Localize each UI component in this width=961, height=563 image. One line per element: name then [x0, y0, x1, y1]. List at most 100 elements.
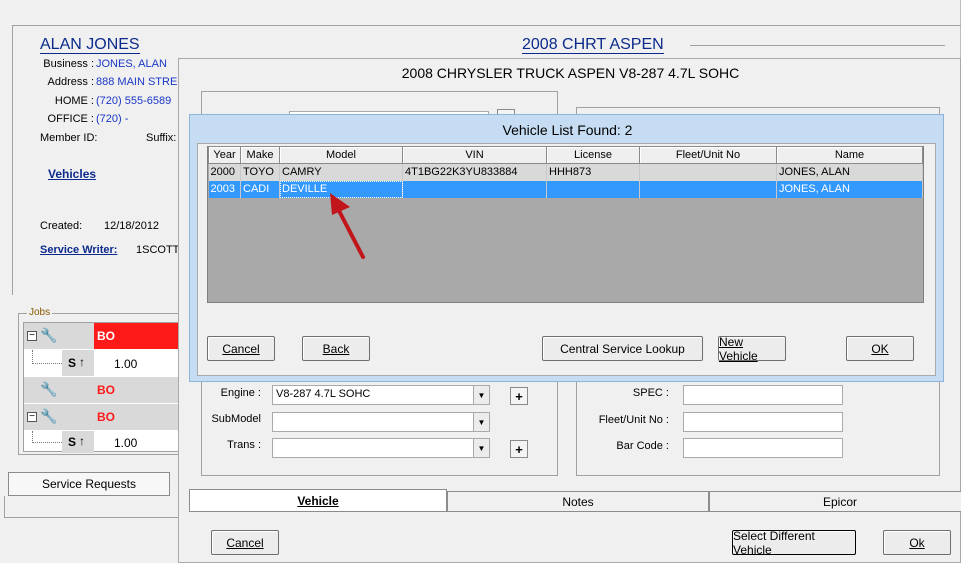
- created-date: 12/18/2012: [104, 220, 160, 232]
- new-vehicle-button[interactable]: New Vehicle: [718, 334, 786, 363]
- new-vehicle-label: New Vehicle: [719, 334, 758, 363]
- select-different-vehicle-button[interactable]: Select Different Vehicle: [732, 529, 856, 557]
- engine-label: Engine :: [220, 387, 261, 399]
- tab-epicor[interactable]: Epicor: [709, 491, 961, 511]
- jobs-title: Jobs: [27, 307, 53, 318]
- wrench-icon: 🔧: [40, 381, 58, 397]
- submodel-label: SubModel: [211, 413, 261, 425]
- cell-license: [546, 180, 640, 198]
- office-phone: (720) -: [96, 113, 129, 125]
- cell-license: HHH873: [546, 163, 640, 181]
- trans-select[interactable]: ▼: [272, 438, 490, 458]
- col-name[interactable]: Name: [776, 146, 923, 164]
- cell-fleet: [639, 180, 777, 198]
- list-ok-button[interactable]: OK: [846, 336, 914, 361]
- job-code: BO: [97, 329, 115, 343]
- wrench-icon: 🔧: [40, 327, 58, 343]
- member-id-label: Member ID:: [40, 132, 98, 144]
- list-cancel-label: Cancel: [222, 341, 260, 356]
- cell-model: CAMRY: [279, 163, 403, 181]
- col-vin[interactable]: VIN: [402, 146, 547, 164]
- tab-vehicle-label: Vehicle: [297, 493, 339, 508]
- address-value: 888 MAIN STREI: [96, 76, 181, 88]
- col-year[interactable]: Year: [208, 146, 241, 164]
- job-row[interactable]: S ↑ 1.00: [24, 350, 182, 376]
- cell-vin: [402, 180, 547, 198]
- sublet-icon: S: [68, 356, 77, 370]
- list-cancel-button[interactable]: Cancel: [207, 336, 275, 361]
- engine-select[interactable]: V8-287 4.7L SOHC ▼: [272, 385, 490, 405]
- vehicle-ok-button[interactable]: Ok: [883, 530, 951, 555]
- collapse-icon[interactable]: −: [27, 331, 37, 341]
- table-row-selected[interactable]: 2003 CADI DEVILLE JONES, ALAN: [208, 180, 923, 198]
- job-qty: 1.00: [114, 357, 138, 371]
- add-trans-button[interactable]: +: [510, 440, 528, 458]
- vehicle-header: 2008 CHRT ASPEN: [522, 36, 664, 54]
- engine-value: V8-287 4.7L SOHC: [276, 388, 371, 400]
- home-label: HOME :: [54, 95, 94, 107]
- vehicle-cancel-button[interactable]: Cancel: [211, 530, 279, 555]
- business-label: Business :: [43, 58, 94, 70]
- barcode-label: Bar Code :: [616, 440, 669, 452]
- job-row[interactable]: − 🔧 BO: [24, 323, 182, 349]
- trans-label: Trans :: [227, 439, 261, 451]
- cell-make: TOYO: [240, 163, 280, 181]
- list-back-button[interactable]: Back: [302, 336, 370, 361]
- suffix-label: Suffix:: [146, 132, 177, 144]
- job-qty: 1.00: [114, 436, 138, 450]
- vehicle-list-table: Year Make Model VIN License Fleet/Unit N…: [208, 146, 923, 198]
- address-label: Address :: [47, 76, 94, 88]
- service-writer-link[interactable]: Service Writer:: [40, 244, 117, 256]
- job-row[interactable]: S ↑ 1.00: [24, 431, 182, 453]
- job-code: BO: [97, 410, 115, 424]
- tab-vehicle[interactable]: Vehicle: [189, 489, 447, 511]
- col-make[interactable]: Make: [240, 146, 280, 164]
- vehicle-window-title: 2008 CHRYSLER TRUCK ASPEN V8-287 4.7L SO…: [401, 65, 740, 81]
- customer-name: ALAN JONES: [40, 36, 140, 54]
- cell-year: 2000: [208, 163, 241, 181]
- table-row[interactable]: 2000 TOYO CAMRY 4T1BG22K3YU833884 HHH873…: [208, 163, 923, 181]
- jobs-group: Jobs − 🔧 BO S ↑ 1.00 🔧 BO − 🔧 BO S ↑ 1.0…: [18, 307, 183, 455]
- fleet-field[interactable]: [683, 412, 843, 432]
- col-fleet[interactable]: Fleet/Unit No: [639, 146, 777, 164]
- service-writer-value: 1SCOTT: [136, 244, 180, 256]
- up-arrow-icon: ↑: [79, 355, 85, 369]
- sublet-icon: S: [68, 435, 77, 449]
- home-phone: (720) 555-6589: [96, 95, 172, 107]
- cell-name: JONES, ALAN: [776, 180, 923, 198]
- vehicle-header-rule: [690, 45, 945, 46]
- annotation-arrow-icon: [330, 193, 365, 259]
- vehicle-cancel-label: Cancel: [226, 535, 264, 550]
- dropdown-arrow-icon[interactable]: ▼: [473, 439, 489, 457]
- cell-name: JONES, ALAN: [776, 163, 923, 181]
- vehicle-list-header: Year Make Model VIN License Fleet/Unit N…: [208, 146, 923, 164]
- business-value: JONES, ALAN: [96, 58, 167, 70]
- vehicles-link[interactable]: Vehicles: [48, 167, 96, 181]
- dropdown-arrow-icon[interactable]: ▼: [473, 413, 489, 431]
- list-back-label: Back: [322, 341, 350, 356]
- tab-service-requests[interactable]: Service Requests: [8, 472, 170, 496]
- tab-notes[interactable]: Notes: [447, 491, 709, 511]
- dropdown-arrow-icon[interactable]: ▼: [473, 386, 489, 404]
- spec-label: SPEC :: [632, 387, 669, 399]
- add-engine-button[interactable]: +: [510, 387, 528, 405]
- vehicle-ok-label: Ok: [909, 535, 925, 550]
- barcode-field[interactable]: [683, 438, 843, 458]
- central-service-lookup-button[interactable]: Central Service Lookup: [542, 336, 703, 361]
- wrench-icon: 🔧: [40, 408, 58, 424]
- job-code: BO: [97, 383, 115, 397]
- cell-fleet: [639, 163, 777, 181]
- list-ok-label: OK: [871, 341, 889, 356]
- jobs-list: − 🔧 BO S ↑ 1.00 🔧 BO − 🔧 BO S ↑ 1.00: [23, 322, 183, 453]
- cell-make: CADI: [240, 180, 280, 198]
- job-row[interactable]: 🔧 BO: [24, 377, 182, 403]
- job-row[interactable]: − 🔧 BO: [24, 404, 182, 430]
- col-model[interactable]: Model: [279, 146, 403, 164]
- submodel-select[interactable]: ▼: [272, 412, 490, 432]
- up-arrow-icon: ↑: [79, 434, 85, 448]
- col-license[interactable]: License: [546, 146, 640, 164]
- spec-field[interactable]: [683, 385, 843, 405]
- collapse-icon[interactable]: −: [27, 412, 37, 422]
- fleet-label: Fleet/Unit No :: [598, 414, 669, 426]
- cell-year: 2003: [208, 180, 241, 198]
